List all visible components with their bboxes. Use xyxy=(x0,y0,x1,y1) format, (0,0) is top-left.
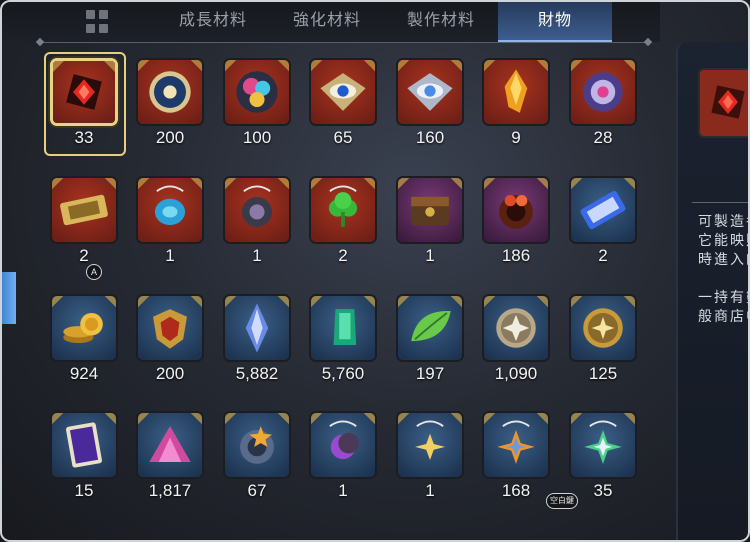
item-count: 2 xyxy=(338,246,348,265)
star-ring-icon xyxy=(223,411,291,479)
item-count: 125 xyxy=(588,364,618,383)
inventory-slot[interactable]: 2 xyxy=(565,172,641,272)
inventory-slot[interactable]: 125 xyxy=(565,290,641,390)
inventory-slot[interactable]: 67 xyxy=(219,407,295,507)
inventory-slot[interactable]: 200 xyxy=(132,290,208,390)
detail-line-1: 可製造各 xyxy=(698,213,750,229)
red-flower-ring-icon xyxy=(482,176,550,244)
purple-card-icon xyxy=(50,411,118,479)
inventory-slot[interactable]: 65 xyxy=(305,54,381,154)
inventory-slot[interactable]: 100 xyxy=(219,54,295,154)
inventory-slot[interactable]: 5,882 xyxy=(219,290,295,390)
inventory-slot[interactable]: 5,760 xyxy=(305,290,381,390)
item-count: 1 xyxy=(252,246,262,265)
inventory-slot[interactable]: 200 xyxy=(132,54,208,154)
inventory-slot[interactable]: 1 xyxy=(392,407,468,507)
inventory-slot[interactable]: 28 xyxy=(565,54,641,154)
item-count: 186 xyxy=(501,246,531,265)
space-key-hint: 空白鍵 xyxy=(546,493,578,509)
inventory-slot[interactable]: 1 xyxy=(132,172,208,272)
inventory-slot[interactable]: 160 xyxy=(392,54,468,154)
item-count: 924 xyxy=(69,364,99,383)
selection-highlight xyxy=(44,52,126,156)
item-count: 5,882 xyxy=(235,364,279,383)
green-star-pendant-icon xyxy=(569,411,637,479)
inventory-slot[interactable]: 924 xyxy=(46,290,122,390)
category-tab-bar: 成長材料 強化材料 製作材料 財物 xyxy=(0,0,660,42)
detail-line-3: 時進入的 xyxy=(698,251,750,267)
tab-growth-materials[interactable]: 成長材料 xyxy=(156,0,270,42)
silver-star-coin-icon xyxy=(482,294,550,362)
detail-divider xyxy=(692,202,750,203)
scroll-indicator[interactable] xyxy=(0,272,16,324)
detail-line-5: 一持有數 xyxy=(698,289,750,305)
inventory-slot[interactable]: 35 xyxy=(565,407,641,507)
treasure-chest-icon xyxy=(396,176,464,244)
item-count: 197 xyxy=(415,364,445,383)
gold-ticket-icon xyxy=(50,176,118,244)
a-button-hint-icon: A xyxy=(86,264,102,280)
inventory-slot[interactable]: 1 xyxy=(392,172,468,272)
item-count: 5,760 xyxy=(321,364,365,383)
gold-star-coin-icon xyxy=(569,294,637,362)
inventory-slot[interactable]: 1,817 xyxy=(132,407,208,507)
gold-star-pendant-icon xyxy=(396,411,464,479)
item-count: 168 xyxy=(501,481,531,500)
item-count: 65 xyxy=(333,128,353,147)
tab-divider xyxy=(40,42,648,43)
grid-menu-icon[interactable] xyxy=(86,10,110,34)
blue-crystal-icon xyxy=(223,294,291,362)
tab-enhance-materials[interactable]: 強化材料 xyxy=(270,0,384,42)
blue-ticket-icon xyxy=(569,176,637,244)
blue-eye-emblem-icon xyxy=(309,58,377,126)
detail-line-6: 般商店中 xyxy=(698,308,750,324)
item-count: 67 xyxy=(247,481,267,500)
item-count: 1 xyxy=(338,481,348,500)
item-count: 100 xyxy=(242,128,272,147)
item-detail-panel: 可製造各 它能映照 時進入的 一持有數 般商店中 xyxy=(676,42,750,542)
inventory-slot[interactable]: 168 xyxy=(478,407,554,507)
crest-badge-icon xyxy=(136,294,204,362)
pink-orb-disc-icon xyxy=(569,58,637,126)
gold-coins-icon xyxy=(50,294,118,362)
item-count: 9 xyxy=(511,128,521,147)
orange-star-pendant-icon xyxy=(482,411,550,479)
item-count: 2 xyxy=(79,246,89,265)
inventory-slot[interactable]: 2 xyxy=(305,172,381,272)
rainbow-orb-icon xyxy=(223,58,291,126)
pink-crystal-pile-icon xyxy=(136,411,204,479)
silver-eye-emblem-icon xyxy=(396,58,464,126)
item-count: 1 xyxy=(425,246,435,265)
item-count: 28 xyxy=(593,128,613,147)
item-count: 160 xyxy=(415,128,445,147)
inventory-slot[interactable]: 2 xyxy=(46,172,122,272)
detail-item-icon xyxy=(698,68,750,138)
inventory-slot[interactable]: 9 xyxy=(478,54,554,154)
blue-pendant-icon xyxy=(136,176,204,244)
inventory-slot[interactable]: 197 xyxy=(392,290,468,390)
tab-treasures[interactable]: 財物 xyxy=(498,0,612,42)
inventory-slot[interactable]: 1 xyxy=(219,172,295,272)
tab-crafting-materials[interactable]: 製作材料 xyxy=(384,0,498,42)
inventory-slot[interactable]: 1,090 xyxy=(478,290,554,390)
dark-ring-pendant-icon xyxy=(223,176,291,244)
purple-moon-pendant-icon xyxy=(309,411,377,479)
clover-pendant-icon xyxy=(309,176,377,244)
item-count: 2 xyxy=(598,246,608,265)
detail-line-2: 它能映照 xyxy=(698,232,750,248)
item-count: 200 xyxy=(155,128,185,147)
item-count: 1 xyxy=(165,246,175,265)
sun-disc-icon xyxy=(136,58,204,126)
inventory-slot[interactable]: 15 xyxy=(46,407,122,507)
inventory-slot[interactable]: 1 xyxy=(305,407,381,507)
green-crystal-icon xyxy=(309,294,377,362)
green-leaf-icon xyxy=(396,294,464,362)
item-count: 15 xyxy=(74,481,94,500)
item-count: 1 xyxy=(425,481,435,500)
amber-crystal-icon xyxy=(482,58,550,126)
inventory-slot[interactable]: 186 xyxy=(478,172,554,272)
item-count: 1,090 xyxy=(494,364,538,383)
item-count: 1,817 xyxy=(148,481,192,500)
item-count: 200 xyxy=(155,364,185,383)
